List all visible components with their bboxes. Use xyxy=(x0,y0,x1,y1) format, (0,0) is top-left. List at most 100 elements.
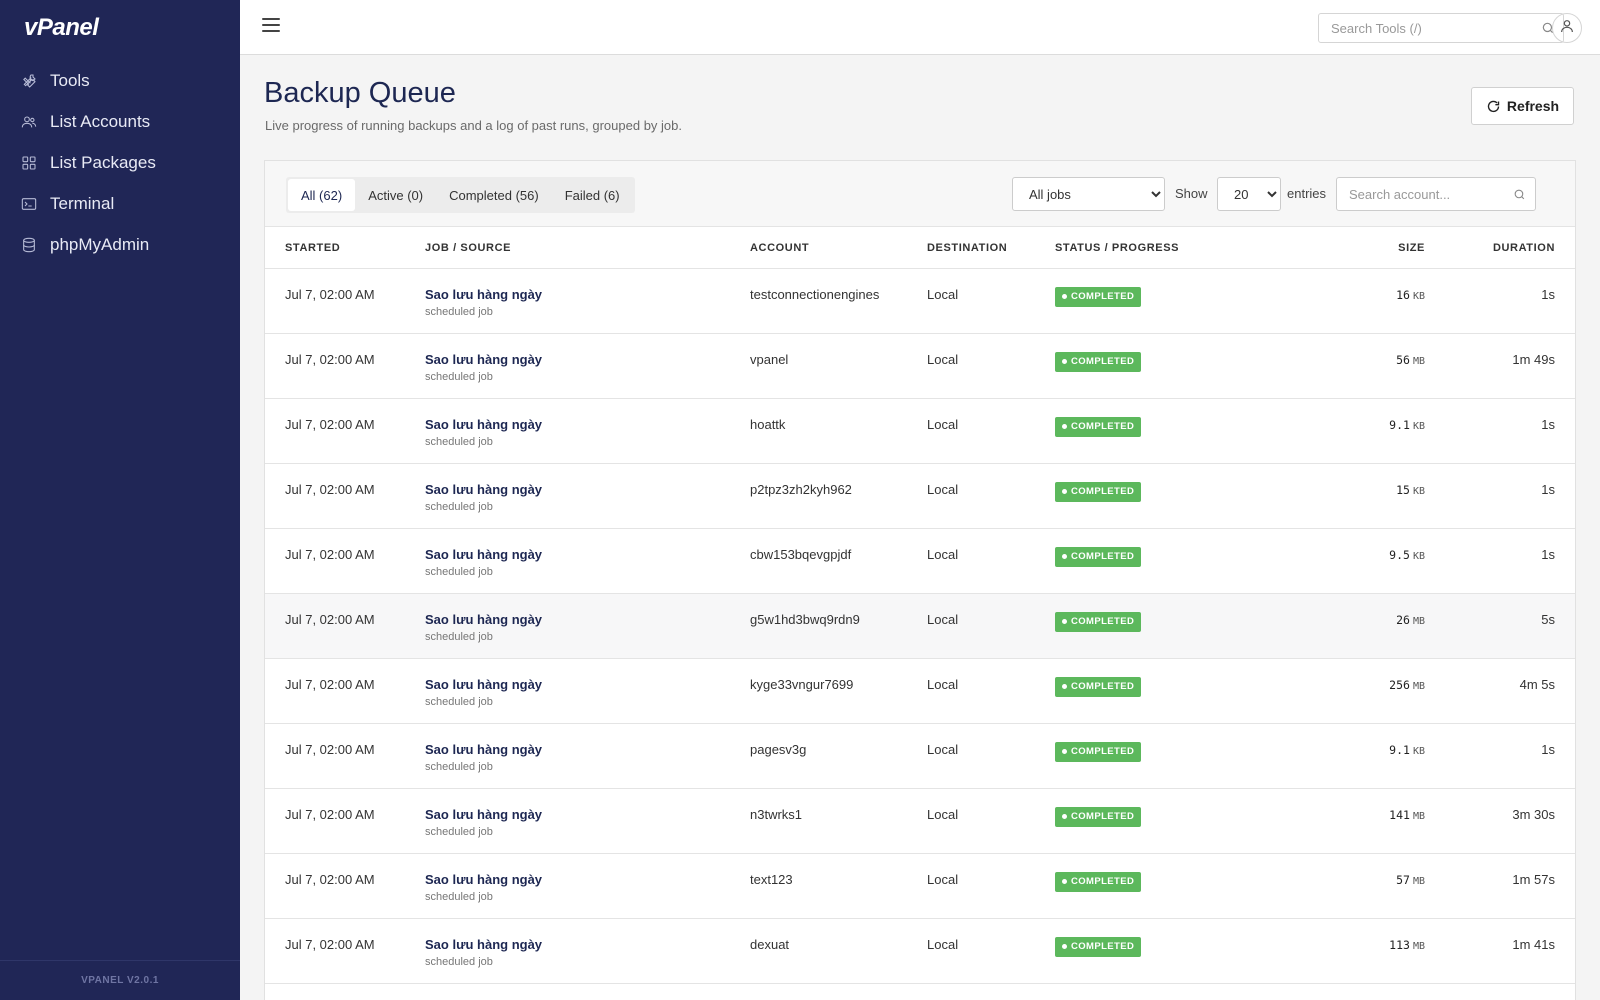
table-row[interactable]: Jul 7, 02:00 AM Sao lưu hàng ngày schedul… xyxy=(265,853,1575,919)
job-name[interactable]: Sao lưu hàng ngày xyxy=(425,677,750,692)
sidebar-item-list-packages[interactable]: List Packages xyxy=(0,142,240,183)
status-text: COMPLETED xyxy=(1071,941,1135,952)
sidebar-item-label: phpMyAdmin xyxy=(50,234,150,254)
refresh-button[interactable]: Refresh xyxy=(1471,87,1574,125)
job-cell: Sao lưu hàng ngày scheduled job xyxy=(425,463,750,529)
table-row[interactable]: Jul 7, 02:00 AM Sao lưu hàng ngày schedul… xyxy=(265,788,1575,854)
job-source: scheduled job xyxy=(425,565,493,578)
user-menu-button[interactable] xyxy=(1552,13,1582,43)
sidebar-item-terminal[interactable]: Terminal xyxy=(0,183,240,224)
job-cell: Sao lưu hàng ngày scheduled job xyxy=(425,268,750,334)
started-cell: Jul 7, 02:00 AM xyxy=(265,528,425,594)
table-row[interactable]: Jul 7, 02:00 AM Sao lưu hàng ngày schedul… xyxy=(265,398,1575,464)
job-filter-select[interactable]: All jobs xyxy=(1012,177,1165,211)
status-text: COMPLETED xyxy=(1071,421,1135,432)
status-badge: COMPLETED xyxy=(1055,286,1142,307)
destination-cell: Local xyxy=(927,853,1055,919)
job-name[interactable]: Sao lưu hàng ngày xyxy=(425,872,750,887)
status-cell: COMPLETED xyxy=(1055,918,1305,984)
size-cell: 9.5 KB xyxy=(1305,528,1425,594)
tools-search-input[interactable] xyxy=(1319,14,1519,42)
duration-cell: 1s xyxy=(1425,723,1575,789)
status-badge: COMPLETED xyxy=(1055,806,1142,827)
duration-cell: 4m 5s xyxy=(1425,658,1575,724)
size-value: 113 xyxy=(1389,937,1410,952)
job-name[interactable]: Sao lưu hàng ngày xyxy=(425,547,750,562)
tab-active[interactable]: Active (0) xyxy=(355,179,436,211)
job-source: scheduled job xyxy=(425,435,493,448)
status-cell: COMPLETED xyxy=(1055,853,1305,919)
size-cell: 9.1 KB xyxy=(1305,723,1425,789)
table-row[interactable]: Jul 7, 02:00 AM Sao lưu hàng ngày schedul… xyxy=(265,333,1575,399)
account-cell: g5w1hd3bwq9rdn9 xyxy=(750,593,927,659)
duration-cell: 1m 57s xyxy=(1425,853,1575,919)
status-cell: COMPLETED xyxy=(1055,268,1305,334)
sidebar: vPanel Tools List Accounts List Packages… xyxy=(0,0,240,1000)
status-dot-icon xyxy=(1062,619,1067,624)
table-row[interactable]: Jul 7, 02:00 AM Sao lưu hàng ngày schedul… xyxy=(265,463,1575,529)
status-text: COMPLETED xyxy=(1071,681,1135,692)
job-cell: Sao lưu hàng ngày scheduled job xyxy=(425,398,750,464)
job-name[interactable]: Sao lưu hàng ngày xyxy=(425,482,750,497)
account-cell: text123 xyxy=(750,853,927,919)
table-row[interactable]: Jul 7, 02:00 AM Sao lưu hàng ngày schedul… xyxy=(265,528,1575,594)
column-header-job[interactable]: JOB / SOURCE xyxy=(425,228,750,269)
started-cell: Jul 7, 02:00 AM xyxy=(265,658,425,724)
job-name[interactable]: Sao lưu hàng ngày xyxy=(425,612,750,627)
tab-failed[interactable]: Failed (6) xyxy=(552,179,633,211)
column-header-started[interactable]: STARTED xyxy=(265,228,425,269)
tab-completed[interactable]: Completed (56) xyxy=(436,179,552,211)
column-header-account[interactable]: ACCOUNT xyxy=(750,228,927,269)
show-label: Show xyxy=(1175,186,1208,201)
tab-all[interactable]: All (62) xyxy=(288,179,356,211)
entries-per-page-select[interactable]: 20 xyxy=(1217,177,1281,211)
filter-toolbar: All (62) Active (0) Completed (56) Faile… xyxy=(265,161,1575,227)
backup-table: STARTED JOB / SOURCE ACCOUNT DESTINATION… xyxy=(265,228,1575,984)
status-text: COMPLETED xyxy=(1071,811,1135,822)
account-search-input[interactable] xyxy=(1337,178,1497,210)
job-cell: Sao lưu hàng ngày scheduled job xyxy=(425,528,750,594)
table-row[interactable]: Jul 7, 02:00 AM Sao lưu hàng ngày schedul… xyxy=(265,918,1575,984)
status-text: COMPLETED xyxy=(1071,616,1135,627)
table-row[interactable]: Jul 7, 02:00 AM Sao lưu hàng ngày schedul… xyxy=(265,723,1575,789)
size-unit: MB xyxy=(1412,355,1425,367)
hamburger-menu-icon[interactable] xyxy=(262,18,280,36)
destination-cell: Local xyxy=(927,918,1055,984)
started-cell: Jul 7, 02:00 AM xyxy=(265,333,425,399)
job-name[interactable]: Sao lưu hàng ngày xyxy=(425,417,750,432)
table-row[interactable]: Jul 7, 02:00 AM Sao lưu hàng ngày schedul… xyxy=(265,593,1575,659)
table-row[interactable]: Jul 7, 02:00 AM Sao lưu hàng ngày schedul… xyxy=(265,268,1575,334)
status-badge: COMPLETED xyxy=(1055,741,1142,762)
account-search xyxy=(1336,177,1536,211)
sidebar-item-phpmyadmin[interactable]: phpMyAdmin xyxy=(0,224,240,265)
size-cell: 256 MB xyxy=(1305,658,1425,724)
job-cell: Sao lưu hàng ngày scheduled job xyxy=(425,788,750,854)
status-dot-icon xyxy=(1062,944,1067,949)
sidebar-item-tools[interactable]: Tools xyxy=(0,60,240,101)
terminal-icon xyxy=(20,195,38,213)
size-value: 26 xyxy=(1396,612,1410,627)
sidebar-item-list-accounts[interactable]: List Accounts xyxy=(0,101,240,142)
size-cell: 15 KB xyxy=(1305,463,1425,529)
job-name[interactable]: Sao lưu hàng ngày xyxy=(425,287,750,302)
column-header-size[interactable]: SIZE xyxy=(1305,228,1425,269)
job-name[interactable]: Sao lưu hàng ngày xyxy=(425,742,750,757)
job-name[interactable]: Sao lưu hàng ngày xyxy=(425,807,750,822)
column-header-status[interactable]: STATUS / PROGRESS xyxy=(1055,228,1305,269)
started-cell: Jul 7, 02:00 AM xyxy=(265,723,425,789)
job-name[interactable]: Sao lưu hàng ngày xyxy=(425,937,750,952)
column-header-duration[interactable]: DURATION xyxy=(1425,228,1575,269)
job-name[interactable]: Sao lưu hàng ngày xyxy=(425,352,750,367)
destination-cell: Local xyxy=(927,268,1055,334)
table-row[interactable]: Jul 7, 02:00 AM Sao lưu hàng ngày schedul… xyxy=(265,658,1575,724)
size-cell: 141 MB xyxy=(1305,788,1425,854)
size-value: 256 xyxy=(1389,677,1410,692)
column-header-destination[interactable]: DESTINATION xyxy=(927,228,1055,269)
size-cell: 16 KB xyxy=(1305,268,1425,334)
destination-cell: Local xyxy=(927,593,1055,659)
duration-cell: 1m 41s xyxy=(1425,918,1575,984)
status-text: COMPLETED xyxy=(1071,551,1135,562)
status-text: COMPLETED xyxy=(1071,356,1135,367)
size-unit: MB xyxy=(1412,940,1425,952)
vpanel-logo[interactable]: vPanel xyxy=(24,14,99,42)
